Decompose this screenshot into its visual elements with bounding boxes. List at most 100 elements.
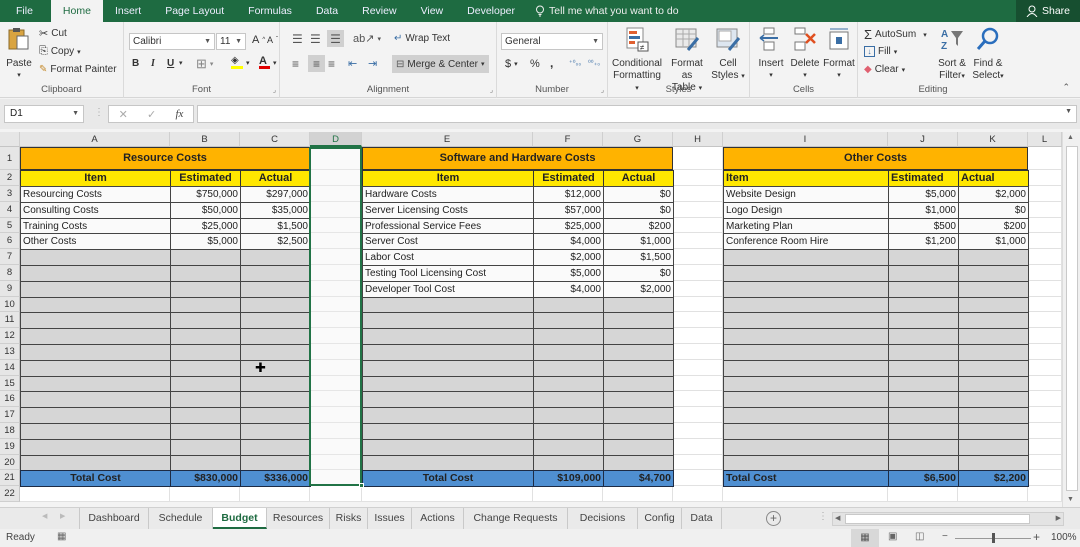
other-cell-actual[interactable]: $2,000: [958, 186, 1029, 203]
software-hardware-cell-actual[interactable]: $1,500: [603, 249, 674, 266]
resource-empty-cell[interactable]: [240, 438, 311, 456]
other-empty-cell[interactable]: [888, 328, 959, 345]
software-hardware-cell-estimated[interactable]: $25,000: [533, 217, 604, 235]
resource-header-actual[interactable]: Actual: [240, 170, 311, 187]
software-hardware-cell-actual[interactable]: $0: [603, 201, 674, 219]
resource-empty-cell[interactable]: [240, 375, 311, 393]
software-hardware-total-estimated[interactable]: $109,000: [533, 470, 604, 488]
page-layout-view-icon[interactable]: ▣: [888, 531, 897, 542]
sheet-tab-issues[interactable]: Issues: [368, 508, 412, 529]
merge-center-button[interactable]: ⊟ Merge & Center ▾: [392, 55, 489, 73]
page-break-view-icon[interactable]: ◫: [915, 531, 924, 542]
software-hardware-cell-actual[interactable]: $0: [603, 186, 674, 203]
row-header-15[interactable]: 15: [0, 375, 20, 392]
increase-indent-button[interactable]: ⇥: [368, 57, 377, 70]
row-header-5[interactable]: 5: [0, 217, 20, 234]
other-empty-cell[interactable]: [888, 280, 959, 298]
software-hardware-empty-cell[interactable]: [362, 454, 534, 472]
software-hardware-cell-actual[interactable]: $2,000: [603, 280, 674, 298]
dialog-launcher-icon[interactable]: ⌟: [273, 86, 276, 94]
other-cell-item[interactable]: Conference Room Hire: [723, 233, 889, 251]
software-hardware-empty-cell[interactable]: [533, 454, 604, 472]
sheet-tab-data[interactable]: Data: [682, 508, 722, 529]
resource-cell-estimated[interactable]: $750,000: [170, 186, 241, 203]
row-header-22[interactable]: 22: [0, 486, 20, 502]
other-empty-cell[interactable]: [723, 312, 889, 330]
software-hardware-empty-cell[interactable]: [533, 296, 604, 314]
resource-empty-cell[interactable]: [170, 375, 241, 393]
wrap-text-button[interactable]: ↵ Wrap Text: [394, 33, 450, 44]
other-empty-cell[interactable]: [958, 454, 1029, 472]
software-hardware-cell-actual[interactable]: $1,000: [603, 233, 674, 251]
software-hardware-header-item[interactable]: Item: [362, 170, 534, 187]
resource-empty-cell[interactable]: [20, 391, 171, 409]
cell-styles-button[interactable]: Cell Styles ▾: [709, 26, 747, 83]
other-empty-cell[interactable]: [958, 375, 1029, 393]
software-hardware-cell-estimated[interactable]: $12,000: [533, 186, 604, 203]
vertical-scroll-thumb[interactable]: [1066, 146, 1078, 491]
other-empty-cell[interactable]: [958, 328, 1029, 345]
software-hardware-cell-item[interactable]: Labor Cost: [362, 249, 534, 266]
expand-formula-icon[interactable]: ▼: [1065, 108, 1072, 115]
resource-empty-cell[interactable]: [170, 344, 241, 361]
resource-empty-cell[interactable]: [240, 265, 311, 282]
resource-empty-cell[interactable]: [20, 328, 171, 345]
other-cell-estimated[interactable]: $5,000: [888, 186, 959, 203]
normal-view-icon[interactable]: ▦: [851, 529, 879, 547]
ribbon-tab-review[interactable]: Review: [350, 0, 408, 22]
resource-empty-cell[interactable]: [20, 312, 171, 330]
other-empty-cell[interactable]: [723, 375, 889, 393]
software-hardware-cell-item[interactable]: Server Licensing Costs: [362, 201, 534, 219]
row-header-14[interactable]: 14: [0, 359, 20, 376]
software-hardware-empty-cell[interactable]: [533, 407, 604, 424]
software-hardware-empty-cell[interactable]: [362, 375, 534, 393]
other-empty-cell[interactable]: [888, 375, 959, 393]
select-all-corner[interactable]: [0, 132, 20, 147]
macro-record-icon[interactable]: ▦: [57, 531, 66, 542]
other-empty-cell[interactable]: [888, 423, 959, 440]
sheet-tab-risks[interactable]: Risks: [330, 508, 368, 529]
other-total-estimated[interactable]: $6,500: [888, 470, 959, 488]
other-empty-cell[interactable]: [958, 438, 1029, 456]
software-hardware-cell-item[interactable]: Server Cost: [362, 233, 534, 251]
column-header-g[interactable]: G: [603, 132, 673, 147]
resource-cell-actual[interactable]: $1,500: [240, 217, 311, 235]
other-empty-cell[interactable]: [723, 391, 889, 409]
software-hardware-empty-cell[interactable]: [533, 438, 604, 456]
ribbon-tab-home[interactable]: Home: [50, 0, 103, 22]
cancel-icon[interactable]: ✕: [119, 108, 128, 121]
row-header-10[interactable]: 10: [0, 296, 20, 313]
software-hardware-empty-cell[interactable]: [533, 312, 604, 330]
other-empty-cell[interactable]: [888, 265, 959, 282]
resource-total-actual[interactable]: $336,000: [240, 470, 311, 488]
horizontal-scroll-thumb[interactable]: [845, 514, 1030, 524]
resource-cell-actual[interactable]: $35,000: [240, 201, 311, 219]
software-hardware-empty-cell[interactable]: [362, 407, 534, 424]
add-sheet-icon[interactable]: +: [766, 511, 781, 526]
other-empty-cell[interactable]: [888, 249, 959, 266]
worksheet-grid[interactable]: A B C D E F G H I J K L 1 2 3 4 5 6 7 8 9 10 11 12 13 14 15 16 17 18 1…: [0, 132, 1062, 502]
resource-empty-cell[interactable]: [170, 328, 241, 345]
software-hardware-cell-item[interactable]: Developer Tool Cost: [362, 280, 534, 298]
row-header-9[interactable]: 9: [0, 280, 20, 297]
resource-empty-cell[interactable]: [20, 296, 171, 314]
resource-empty-cell[interactable]: [240, 249, 311, 266]
resource-empty-cell[interactable]: [20, 249, 171, 266]
software-hardware-empty-cell[interactable]: [603, 391, 674, 409]
row-header-13[interactable]: 13: [0, 344, 20, 360]
horizontal-scrollbar[interactable]: ◀ ▶: [832, 512, 1064, 526]
column-header-i[interactable]: I: [723, 132, 888, 147]
row-header-4[interactable]: 4: [0, 201, 20, 218]
resource-empty-cell[interactable]: [170, 280, 241, 298]
other-empty-cell[interactable]: [958, 265, 1029, 282]
row-header-16[interactable]: 16: [0, 391, 20, 408]
zoom-level[interactable]: 100%: [1051, 532, 1077, 543]
other-cell-actual[interactable]: $1,000: [958, 233, 1029, 251]
software-hardware-cell-item[interactable]: Testing Tool Licensing Cost: [362, 265, 534, 282]
currency-button[interactable]: $ ▾: [505, 58, 518, 70]
other-empty-cell[interactable]: [958, 249, 1029, 266]
row-header-1[interactable]: 1: [0, 147, 20, 170]
row-header-17[interactable]: 17: [0, 407, 20, 423]
resource-empty-cell[interactable]: [240, 391, 311, 409]
software-hardware-empty-cell[interactable]: [362, 328, 534, 345]
